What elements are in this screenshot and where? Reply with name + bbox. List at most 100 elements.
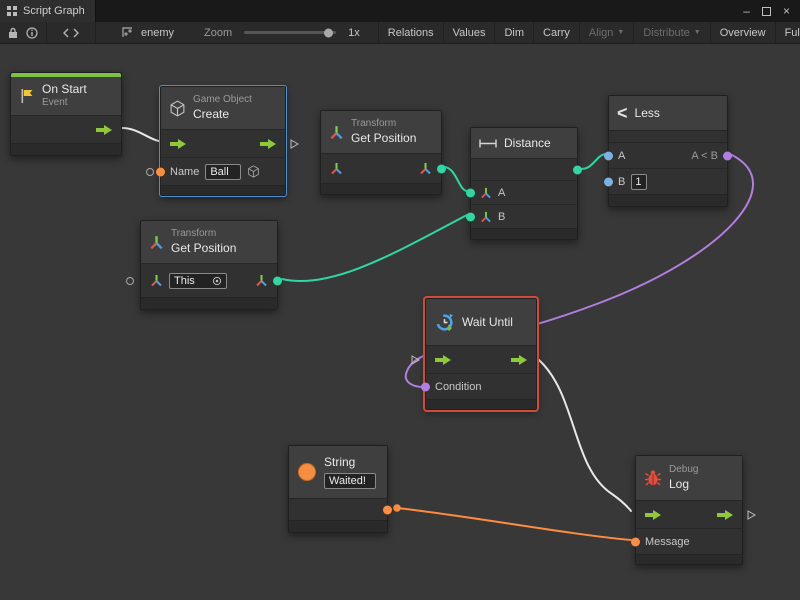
port-label: A bbox=[498, 187, 505, 199]
b-value-field[interactable] bbox=[631, 174, 647, 190]
edge-flow-wait-log[interactable] bbox=[539, 360, 631, 511]
chevron-down-icon: ▼ bbox=[694, 29, 701, 36]
port-label: Condition bbox=[435, 381, 481, 393]
node-on-start[interactable]: On Start Event bbox=[10, 72, 122, 156]
flow-input-port[interactable] bbox=[170, 139, 186, 149]
node-footer bbox=[11, 143, 121, 155]
zoom-slider[interactable] bbox=[244, 31, 336, 34]
node-get-position-bottom[interactable]: Transform Get Position This bbox=[140, 220, 278, 310]
toolbar-button-carry[interactable]: Carry bbox=[533, 22, 579, 43]
message-input-port[interactable] bbox=[631, 537, 640, 546]
edge-position-a[interactable] bbox=[444, 167, 467, 191]
toolbar-button-fullscreen[interactable]: Full Screen bbox=[775, 22, 800, 43]
node-footer bbox=[321, 183, 441, 194]
toolbar-button-distribute[interactable]: Distribute ▼ bbox=[633, 22, 709, 43]
flag-icon bbox=[19, 88, 35, 104]
condition-input-port[interactable] bbox=[421, 382, 430, 391]
transform-icon bbox=[480, 187, 492, 199]
node-wait-until[interactable]: Wait Until Condition bbox=[425, 298, 537, 410]
transform-icon bbox=[480, 211, 492, 223]
window-controls: – × bbox=[733, 0, 800, 22]
collapse-panels-icon[interactable] bbox=[63, 28, 79, 38]
node-category: Transform bbox=[171, 228, 236, 241]
toolbar-button-overview[interactable]: Overview bbox=[710, 22, 775, 43]
zoom-slider-handle[interactable] bbox=[324, 28, 333, 37]
toolbar-button-values[interactable]: Values bbox=[443, 22, 495, 43]
target-icon bbox=[212, 276, 222, 286]
name-field[interactable] bbox=[205, 164, 241, 180]
position-output-port[interactable] bbox=[437, 164, 446, 173]
lock-icon[interactable] bbox=[8, 27, 18, 39]
transform-icon bbox=[149, 235, 164, 250]
a-input-port[interactable] bbox=[604, 151, 613, 160]
gameobject-type-icon bbox=[247, 165, 260, 178]
transform-icon bbox=[329, 125, 344, 140]
transform-output-icon bbox=[419, 162, 432, 175]
transform-input-icon[interactable] bbox=[330, 162, 343, 175]
node-title: Get Position bbox=[171, 241, 236, 256]
toolbar-button-label: Distribute bbox=[643, 27, 689, 39]
result-output-port[interactable] bbox=[723, 151, 732, 160]
zoom-segment: Zoom 1x bbox=[196, 22, 368, 43]
port-label: B bbox=[498, 211, 505, 223]
flow-input-port[interactable] bbox=[435, 355, 451, 365]
machine-segment: enemy bbox=[114, 22, 182, 43]
distance-output-port[interactable] bbox=[573, 165, 582, 174]
vector-b-input-port[interactable] bbox=[466, 212, 475, 221]
node-subtitle: Event bbox=[42, 97, 87, 110]
node-less[interactable]: < Less A A < B B bbox=[608, 95, 728, 207]
edge-string-message[interactable] bbox=[397, 508, 631, 540]
edge-position-b[interactable] bbox=[282, 215, 467, 281]
maximize-button[interactable] bbox=[762, 7, 771, 16]
zoom-label: Zoom bbox=[204, 27, 232, 39]
info-icon[interactable] bbox=[26, 27, 38, 39]
node-string[interactable]: String bbox=[288, 445, 388, 533]
node-title: Get Position bbox=[351, 131, 416, 146]
node-category: Debug bbox=[669, 464, 698, 477]
tab-script-graph[interactable]: Script Graph bbox=[0, 0, 96, 22]
tab-title: Script Graph bbox=[23, 5, 85, 17]
flow-output-port[interactable] bbox=[260, 139, 276, 149]
port-label: B bbox=[618, 176, 625, 188]
target-dropdown[interactable]: This bbox=[169, 273, 227, 289]
node-category: Game Object bbox=[193, 94, 252, 107]
name-input-port[interactable] bbox=[156, 167, 165, 176]
transform-output-icon bbox=[255, 274, 268, 287]
bug-icon bbox=[644, 469, 662, 487]
target-dropdown-value: This bbox=[174, 275, 195, 287]
toolbar-button-align[interactable]: Align ▼ bbox=[579, 22, 633, 43]
toolbar-button-label: Align bbox=[589, 27, 613, 39]
flow-output-port[interactable] bbox=[96, 125, 112, 135]
toolbar-button-relations[interactable]: Relations bbox=[378, 22, 443, 43]
string-value-field[interactable] bbox=[324, 473, 376, 489]
zoom-value: 1x bbox=[348, 27, 360, 39]
node-debug-log[interactable]: Debug Log Message bbox=[635, 455, 743, 565]
node-title: Wait Until bbox=[462, 315, 513, 329]
unconnected-flow-indicator bbox=[411, 355, 420, 365]
window-titlebar: Script Graph – × bbox=[0, 0, 800, 22]
minimize-button[interactable]: – bbox=[743, 5, 750, 17]
wait-clock-icon bbox=[434, 312, 455, 333]
node-create[interactable]: Game Object Create Name bbox=[160, 86, 286, 196]
graph-toolbar: enemy Zoom 1x Relations Values Dim Carry… bbox=[0, 22, 800, 44]
transform-input-icon[interactable] bbox=[150, 274, 163, 287]
node-footer bbox=[161, 185, 285, 195]
node-footer bbox=[636, 554, 742, 564]
flow-input-port[interactable] bbox=[645, 510, 661, 520]
node-distance[interactable]: Distance A B bbox=[470, 127, 578, 240]
node-body bbox=[609, 130, 727, 142]
flow-output-port[interactable] bbox=[511, 355, 527, 365]
unconnected-value-indicator bbox=[126, 277, 134, 285]
edge-distance-less[interactable] bbox=[578, 154, 606, 169]
close-button[interactable]: × bbox=[783, 5, 790, 17]
string-output-port[interactable] bbox=[383, 505, 392, 514]
b-input-port[interactable] bbox=[604, 177, 613, 186]
flow-output-port[interactable] bbox=[717, 510, 733, 520]
graph-canvas[interactable]: On Start Event Game Object Create bbox=[0, 44, 800, 600]
vector-a-input-port[interactable] bbox=[466, 188, 475, 197]
edge-endpoint-dot bbox=[393, 504, 401, 512]
position-output-port[interactable] bbox=[273, 276, 282, 285]
unconnected-flow-indicator bbox=[290, 139, 299, 149]
node-get-position-top[interactable]: Transform Get Position bbox=[320, 110, 442, 195]
toolbar-button-dim[interactable]: Dim bbox=[494, 22, 533, 43]
